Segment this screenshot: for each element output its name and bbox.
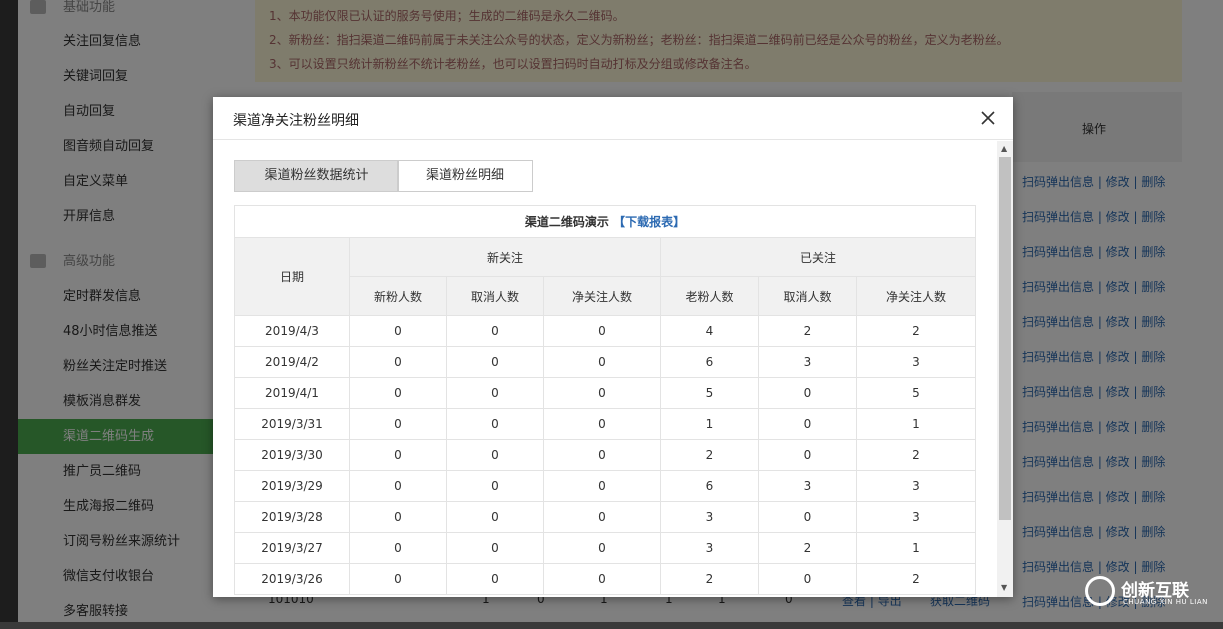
column-header: 净关注人数: [856, 276, 976, 316]
group-header-existing: 已关注: [660, 237, 976, 277]
column-header: 新粉人数: [349, 276, 447, 316]
table-row: 2019/4/3 0 0 0 4 2 2: [234, 315, 976, 347]
table-row: 2019/3/30 0 0 0 2 0 2: [234, 439, 976, 471]
column-header: 取消人数: [758, 276, 857, 316]
scroll-down-icon[interactable]: ▼: [1001, 583, 1007, 592]
scroll-thumb[interactable]: [999, 157, 1011, 520]
tab-channel-details[interactable]: 渠道粉丝明细: [397, 160, 533, 192]
table-row: 2019/3/27 0 0 0 3 2 1: [234, 532, 976, 564]
table-caption: 渠道二维码演示 【下载报表】: [234, 205, 976, 238]
fans-stats-table: 渠道二维码演示 【下载报表】 日期 新关注 已关注 新粉人数 取消人数 净关注人…: [234, 205, 976, 595]
table-row: 2019/4/2 0 0 0 6 3 3: [234, 346, 976, 378]
table-row: 2019/3/28 0 0 0 3 0 3: [234, 501, 976, 533]
watermark: 创新互联 CHUANG XIN HU LIAN: [1085, 574, 1213, 610]
modal-scrollbar[interactable]: ▲ ▼: [997, 141, 1013, 597]
divider: [213, 139, 1013, 140]
group-header-new: 新关注: [349, 237, 661, 277]
table-row: 2019/4/1 0 0 0 5 0 5: [234, 377, 976, 409]
table-row: 2019/3/31 0 0 0 1 0 1: [234, 408, 976, 440]
scroll-up-icon[interactable]: ▲: [1001, 144, 1007, 153]
tab-channel-stats[interactable]: 渠道粉丝数据统计: [234, 160, 399, 192]
column-header: 老粉人数: [660, 276, 759, 316]
modal-dialog: 渠道净关注粉丝明细 渠道粉丝数据统计 渠道粉丝明细 渠道二维码演示 【下载报表】…: [213, 97, 1013, 597]
table-row: 2019/3/29 0 0 0 6 3 3: [234, 470, 976, 502]
column-header: 净关注人数: [543, 276, 661, 316]
date-header: 日期: [234, 237, 350, 316]
column-header: 取消人数: [446, 276, 544, 316]
download-report-link[interactable]: 【下载报表】: [613, 215, 685, 229]
close-icon[interactable]: [977, 107, 999, 129]
modal-title: 渠道净关注粉丝明细: [233, 113, 359, 129]
table-row: 2019/3/26 0 0 0 2 0 2: [234, 563, 976, 595]
brand-logo-icon: [1085, 576, 1115, 606]
